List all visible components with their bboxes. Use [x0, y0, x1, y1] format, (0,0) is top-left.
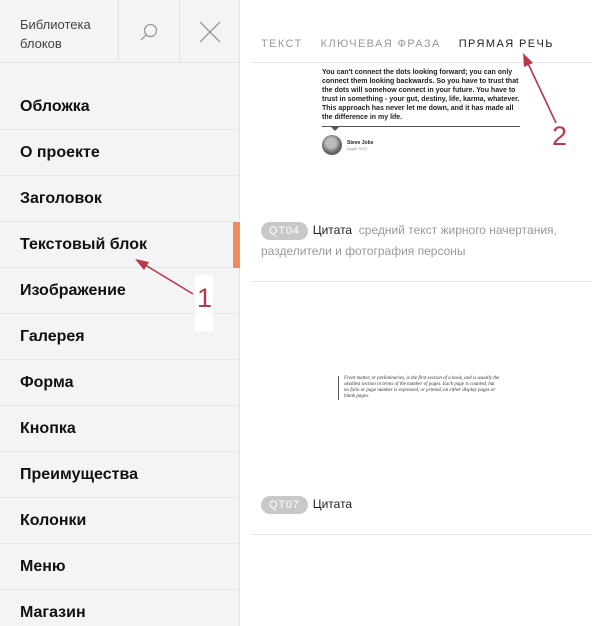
annotation-number-2: 2 [552, 121, 568, 151]
annotation-number-1: 1 [197, 283, 213, 313]
annotation-arrows [135, 53, 557, 295]
